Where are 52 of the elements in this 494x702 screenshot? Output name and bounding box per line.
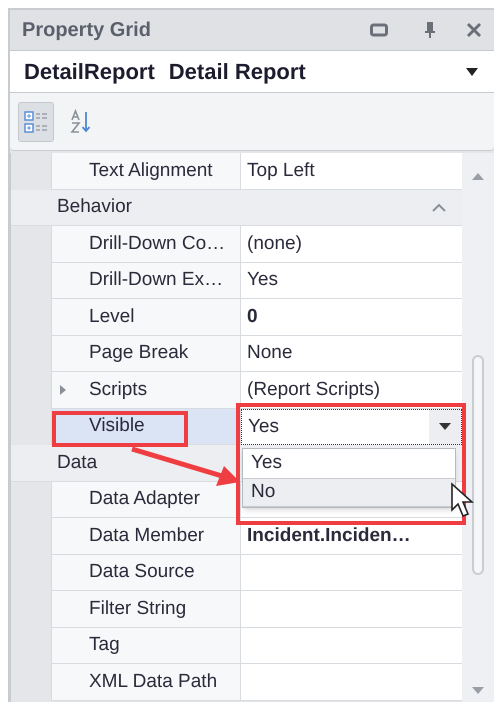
category-row[interactable]: Behavior [11, 190, 462, 226]
scroll-thumb[interactable] [472, 355, 484, 575]
property-name-cell[interactable]: Page Break [51, 336, 241, 372]
property-name-cell[interactable]: Data Adapter [51, 482, 241, 518]
collapse-chevron-icon[interactable] [432, 202, 446, 212]
property-value-cell[interactable] [241, 554, 462, 591]
property-name-cell[interactable]: Scripts [51, 372, 241, 408]
property-name-cell[interactable]: Data Member [51, 518, 241, 554]
scroll-down-icon[interactable] [472, 687, 484, 694]
property-name-cell[interactable]: XML Data Path [51, 664, 241, 700]
scroll-up-icon[interactable] [472, 173, 484, 180]
property-name-cell[interactable]: Drill-Down Co… [51, 226, 241, 262]
property-value: Yes [248, 414, 279, 438]
property-value-cell[interactable]: 0 [241, 299, 462, 336]
property-value: (none) [247, 232, 302, 256]
property-value-cell[interactable]: None [241, 336, 462, 372]
dropdown-button[interactable] [429, 410, 461, 444]
property-value: None [247, 341, 292, 365]
close-icon[interactable] [466, 22, 482, 38]
pin-icon[interactable] [424, 21, 436, 39]
caret-icon [466, 68, 478, 76]
property-value-cell[interactable]: (none) [241, 226, 462, 262]
property-value: Top Left [247, 158, 315, 182]
object-name: DetailReport [24, 58, 155, 86]
scrollbar[interactable] [462, 153, 494, 702]
object-type: Detail Report [168, 58, 307, 86]
dropdown-option[interactable]: No [243, 478, 455, 507]
property-value-cell[interactable]: Top Left [241, 153, 462, 190]
property-name-cell[interactable]: Filter String [51, 591, 241, 628]
category-label: Data [57, 450, 98, 474]
property-name-cell[interactable]: Drill-Down Ex… [51, 262, 241, 299]
dropdown-option[interactable]: Yes [243, 449, 455, 478]
panel-title: Property Grid [22, 18, 152, 43]
property-value-cell[interactable] [241, 591, 462, 628]
caret-icon [439, 423, 451, 430]
object-selector[interactable]: DetailReport Detail Report [10, 50, 494, 93]
property-value: Incident.Inciden… [247, 524, 411, 548]
categorized-view-icon[interactable] [18, 102, 54, 142]
property-value-cell[interactable]: Yes [241, 262, 462, 299]
property-value-cell[interactable] [241, 664, 462, 700]
expand-arrow-icon[interactable] [60, 384, 66, 395]
property-value: 0 [247, 304, 258, 328]
property-value-cell[interactable]: Yes [241, 408, 462, 445]
property-name-cell[interactable]: Text Alignment [51, 153, 241, 190]
maximize-icon[interactable] [370, 23, 388, 37]
property-value: (Report Scripts) [247, 378, 380, 402]
property-name-cell[interactable]: Level [51, 299, 241, 336]
category-label: Behavior [57, 195, 132, 219]
property-value: Yes [247, 268, 278, 292]
property-value-cell[interactable] [241, 628, 462, 664]
property-name-cell[interactable]: Data Source [51, 554, 241, 591]
property-name-cell[interactable]: Tag [51, 628, 241, 664]
